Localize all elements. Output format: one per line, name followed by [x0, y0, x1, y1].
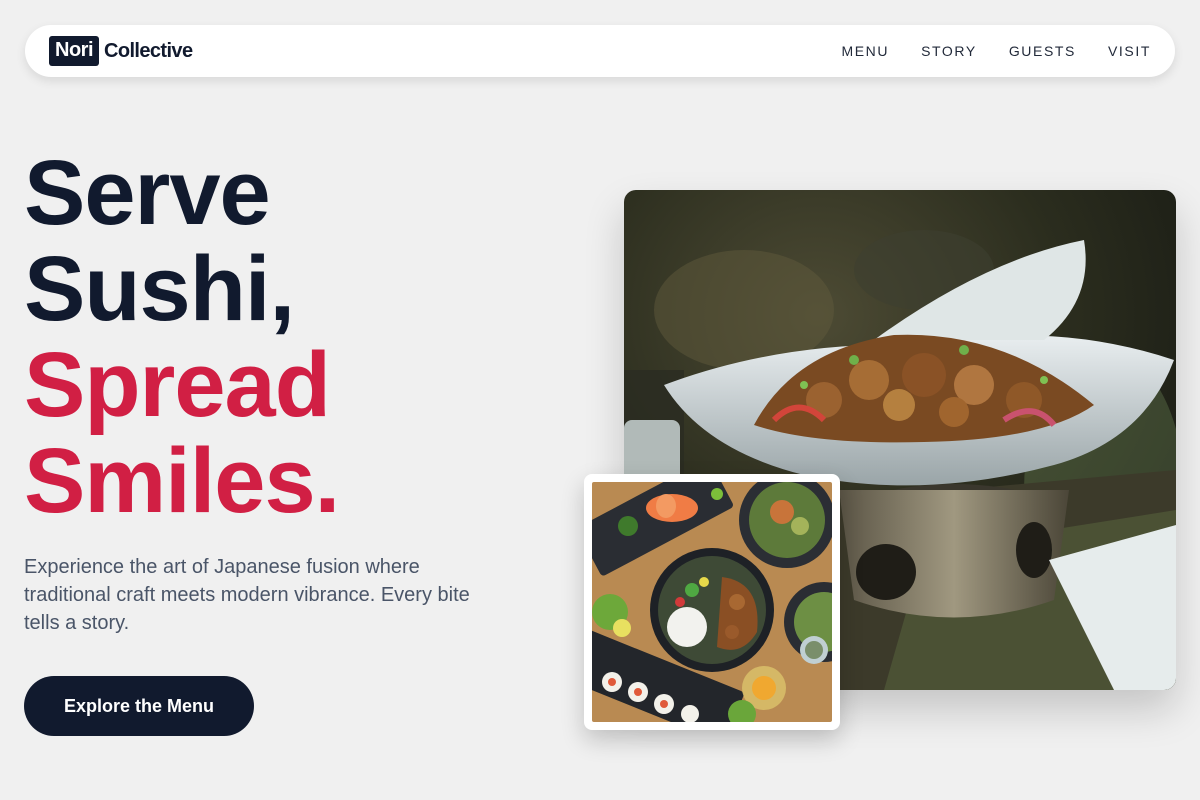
hero-title-line-1: Serve: [24, 142, 271, 244]
hero-title: Serve Sushi, Spread Smiles.: [24, 142, 340, 532]
sushi-table-photo: [592, 482, 832, 722]
nav-link-guests[interactable]: GUESTS: [1009, 43, 1076, 59]
sushi-table-illustration: [592, 482, 832, 722]
explore-menu-button[interactable]: Explore the Menu: [24, 676, 254, 736]
hero-description: Experience the art of Japanese fusion wh…: [24, 556, 470, 634]
thumbnail-frame: [584, 474, 840, 730]
hero-title-line-3: Spread: [24, 334, 331, 436]
brand-logo-box: Nori: [49, 36, 99, 66]
nav-link-story[interactable]: STORY: [921, 43, 977, 59]
brand-name: Collective: [104, 39, 193, 62]
navbar: Nori Collective MENU STORY GUESTS VISIT: [25, 25, 1175, 77]
nav-links: MENU STORY GUESTS VISIT: [841, 43, 1151, 59]
hero-title-line-2: Sushi,: [24, 238, 295, 340]
nav-link-visit[interactable]: VISIT: [1108, 43, 1151, 59]
hero-title-line-4: Smiles.: [24, 430, 340, 532]
brand-logo[interactable]: Nori Collective: [49, 36, 193, 66]
nav-link-menu[interactable]: MENU: [841, 43, 889, 59]
